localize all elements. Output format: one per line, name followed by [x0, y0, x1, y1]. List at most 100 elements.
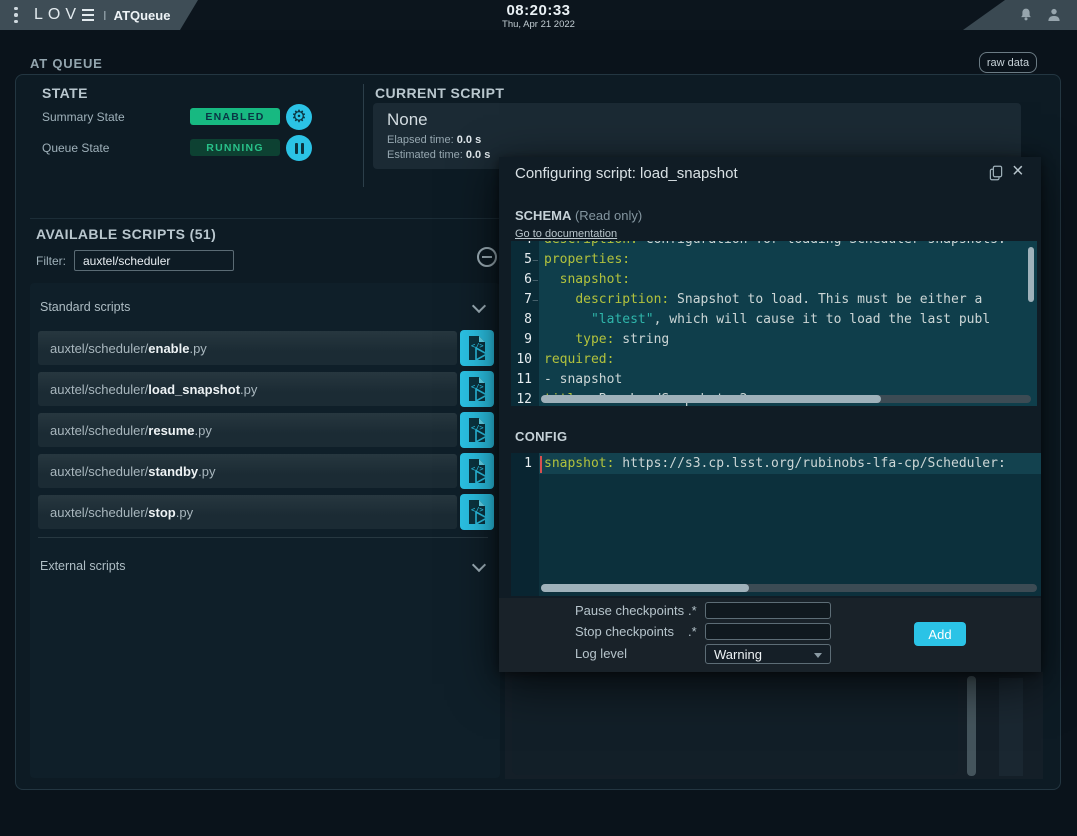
line-number: 7–: [512, 290, 532, 310]
code-line: snapshot: https://s3.cp.lsst.org/rubinob…: [544, 454, 1006, 474]
config-hscroll-track[interactable]: [541, 584, 1037, 592]
script-name: load_snapshot: [148, 382, 240, 397]
chevron-down-icon: [814, 653, 822, 658]
documentation-link[interactable]: Go to documentation: [515, 228, 617, 240]
launch-script-button[interactable]: </>: [460, 494, 494, 530]
header-left-tab: LOV I ATQueue: [0, 0, 200, 30]
launch-script-button[interactable]: </>: [460, 330, 494, 366]
log-level-label: Log level: [575, 646, 627, 661]
group-divider: [38, 537, 488, 538]
filter-input[interactable]: [74, 250, 234, 271]
fold-marker-icon[interactable]: –: [533, 271, 538, 291]
elapsed-time-label: Elapsed time:: [387, 134, 454, 146]
script-row[interactable]: auxtel/scheduler/load_snapshot.py: [38, 372, 457, 406]
waiting-scripts-scrollbar[interactable]: [967, 676, 976, 776]
copy-icon[interactable]: [987, 164, 1005, 182]
code-line: snapshot:: [544, 270, 630, 290]
script-path-prefix: auxtel/scheduler/: [50, 341, 148, 356]
schema-vertical-scrollbar[interactable]: [1028, 247, 1034, 302]
close-icon[interactable]: ×: [1012, 161, 1024, 181]
current-script-heading: CURRENT SCRIPT: [375, 85, 504, 101]
fold-marker-icon[interactable]: –: [533, 251, 538, 271]
config-editor[interactable]: 1 snapshot: https://s3.cp.lsst.org/rubin…: [511, 453, 1041, 596]
script-name: standby: [148, 464, 198, 479]
code-token: "latest": [591, 312, 654, 327]
script-row[interactable]: auxtel/scheduler/resume.py: [38, 413, 457, 447]
line-number: 12: [512, 390, 532, 406]
script-launch-icon: </>: [465, 499, 489, 525]
gear-icon: ⚙: [291, 109, 306, 126]
launch-script-button[interactable]: </>: [460, 371, 494, 407]
script-name: resume: [148, 423, 194, 438]
top-header-bar: LOV I ATQueue 08:20:33 Thu, Apr 21 2022: [0, 0, 1077, 30]
state-heading: STATE: [42, 85, 88, 101]
standard-scripts-chevron-icon[interactable]: [472, 299, 486, 313]
script-launch-icon: </>: [465, 335, 489, 361]
config-heading: CONFIG: [515, 429, 567, 444]
logo-text: LOV: [34, 6, 81, 24]
config-hscroll-thumb[interactable]: [541, 584, 749, 592]
panel-title: AT QUEUE: [30, 56, 103, 71]
code-line: required:: [544, 350, 614, 370]
scripts-panel: Standard scripts auxtel/scheduler/enable…: [30, 283, 500, 778]
elapsed-time: Elapsed time: 0.0 s: [387, 134, 481, 146]
script-path-prefix: auxtel/scheduler/: [50, 505, 148, 520]
external-scripts-chevron-icon[interactable]: [472, 558, 486, 572]
schema-hscroll-thumb[interactable]: [541, 395, 881, 403]
script-path-prefix: auxtel/scheduler/: [50, 382, 148, 397]
launch-script-button[interactable]: </>: [460, 412, 494, 448]
raw-data-button[interactable]: raw data: [979, 52, 1037, 73]
logo-e-icon: [82, 9, 94, 22]
bell-icon[interactable]: [1017, 6, 1035, 24]
schema-heading: SCHEMA (Read only): [515, 208, 642, 223]
code-token: [544, 292, 575, 307]
code-token: string: [614, 332, 669, 347]
logo-separator: I: [103, 8, 107, 23]
log-level-select[interactable]: Warning: [705, 644, 831, 664]
line-number: 9: [512, 330, 532, 350]
code-token: [544, 332, 575, 347]
code-token: required:: [544, 352, 614, 367]
schema-hscroll-track[interactable]: [541, 395, 1031, 403]
add-button[interactable]: Add: [914, 622, 966, 646]
script-path-prefix: auxtel/scheduler/: [50, 423, 148, 438]
script-extension: .py: [189, 341, 206, 356]
user-icon[interactable]: [1045, 6, 1063, 24]
code-token: properties:: [544, 252, 630, 267]
schema-heading-text: SCHEMA: [515, 208, 571, 223]
menu-dots-icon[interactable]: [14, 7, 18, 24]
script-launch-icon: </>: [465, 417, 489, 443]
schema-editor[interactable]: 45–6–7–89101112 description: Configurati…: [511, 241, 1037, 406]
available-scripts-heading: AVAILABLE SCRIPTS (51): [36, 226, 216, 242]
estimated-time: Estimated time: 0.0 s: [387, 149, 490, 161]
script-extension: .py: [240, 382, 257, 397]
line-number: 10: [512, 350, 532, 370]
script-row[interactable]: auxtel/scheduler/standby.py: [38, 454, 457, 488]
script-row[interactable]: auxtel/scheduler/enable.py: [38, 331, 457, 365]
script-extension: .py: [198, 464, 215, 479]
log-level-value: Warning: [714, 647, 762, 662]
line-number: 6–: [512, 270, 532, 290]
script-row[interactable]: auxtel/scheduler/stop.py: [38, 495, 457, 529]
stop-checkpoints-input[interactable]: [705, 623, 831, 640]
pause-icon: [295, 143, 304, 154]
pause-checkpoints-input[interactable]: [705, 602, 831, 619]
pause-queue-button[interactable]: [286, 135, 312, 161]
script-launch-icon: </>: [465, 458, 489, 484]
code-token: description:: [575, 292, 669, 307]
standard-scripts-group: Standard scripts: [40, 300, 130, 314]
waiting-scripts-column: [999, 678, 1023, 776]
stop-checkpoints-label: Stop checkpoints: [575, 624, 674, 639]
state-current-divider: [363, 84, 364, 187]
script-path-prefix: auxtel/scheduler/: [50, 464, 148, 479]
launch-script-button[interactable]: </>: [460, 453, 494, 489]
summary-state-settings-button[interactable]: ⚙: [286, 104, 312, 130]
code-token: Snapshot to load. This must be either a: [669, 292, 982, 307]
code-line: type: string: [544, 330, 669, 350]
modal-title: Configuring script: load_snapshot: [515, 165, 738, 182]
collapse-section-icon[interactable]: [477, 247, 497, 267]
modal-form: Pause checkpoints .* Stop checkpoints .*…: [499, 598, 1041, 672]
script-launch-icon: </>: [465, 376, 489, 402]
fold-marker-icon[interactable]: –: [533, 291, 538, 311]
text-cursor: [540, 456, 542, 473]
